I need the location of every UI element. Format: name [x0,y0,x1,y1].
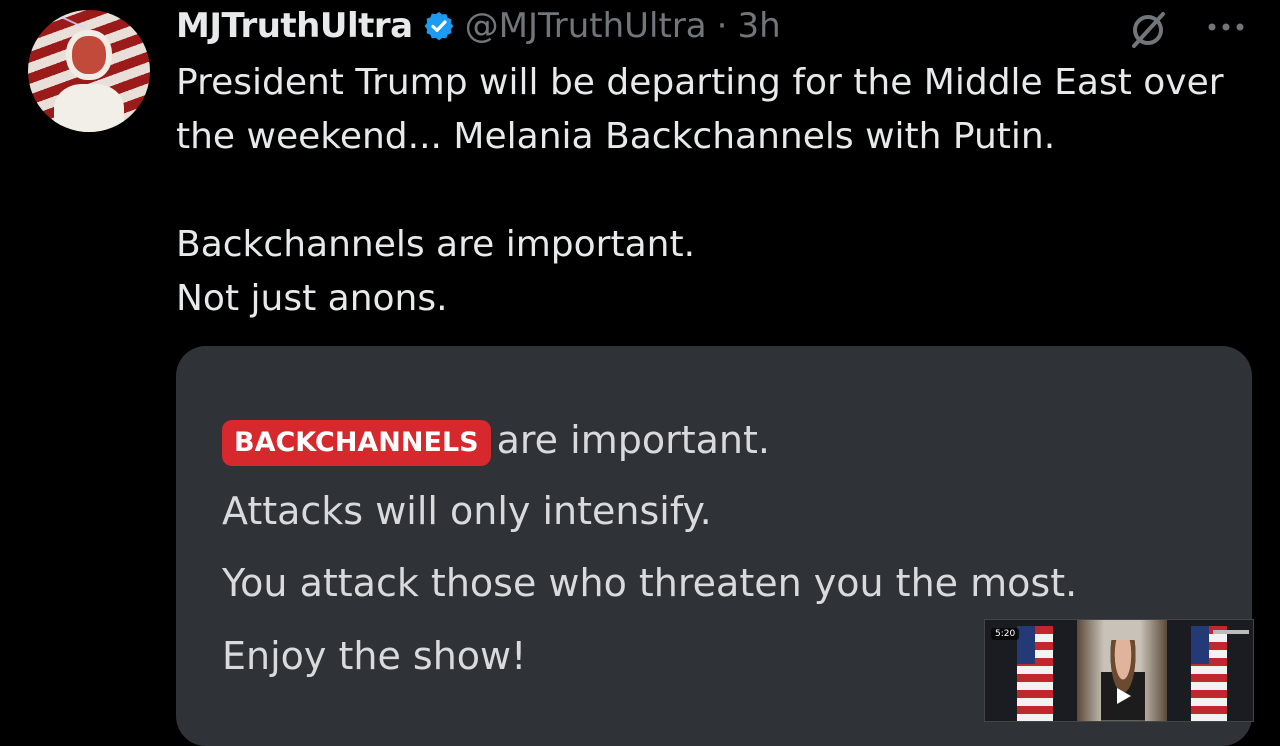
separator-dot: · [716,6,728,46]
card-line-4: Enjoy the show! [222,634,527,678]
video-timestamp: 5:20 [991,628,1020,640]
avatar[interactable] [28,10,150,132]
tweet-paragraph: Backchannels are important. [176,224,696,265]
flag-right [1191,626,1227,721]
avatar-body [54,84,124,132]
verified-badge-icon [423,10,455,42]
card-line-2: Attacks will only intensify. [222,489,712,533]
backchannels-badge: BACKCHANNELS [222,419,491,466]
flag-left [1017,626,1053,721]
video-thumbnail[interactable]: 5:20 [984,619,1254,722]
grok-icon[interactable] [1126,8,1170,52]
person [1101,640,1145,721]
video-corner-bar [1213,630,1249,634]
timestamp[interactable]: 3h [737,6,780,46]
tweet-paragraph: Not just anons. [176,278,448,319]
handle[interactable]: @MJTruthUltra [465,6,707,46]
tweet-paragraph: President Trump will be departing for th… [176,62,1224,157]
play-icon[interactable] [1117,688,1131,704]
card-line-1: BACKCHANNELS are important. [222,418,770,466]
tweet-header: MJTruthUltra @MJTruthUltra · 3h [176,0,781,52]
avatar-face [72,36,106,74]
display-name[interactable]: MJTruthUltra [176,6,413,46]
card-line-3: You attack those who threaten you the mo… [222,561,1078,605]
tweet-text: President Trump will be departing for th… [176,56,1236,326]
more-icon[interactable] [1204,10,1248,44]
card-line-1-text: are important. [496,418,770,462]
